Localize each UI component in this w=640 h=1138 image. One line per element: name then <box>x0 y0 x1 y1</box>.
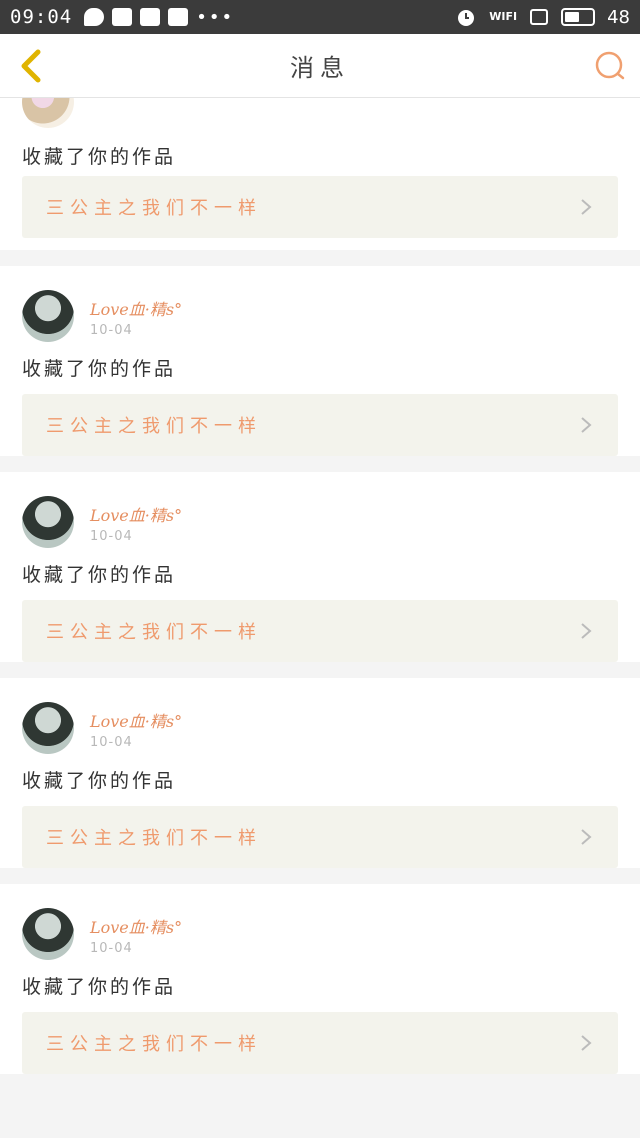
message-header: Love血·精s° 10-04 <box>22 678 618 762</box>
alarm-icon <box>458 10 475 26</box>
clock: 09:04 <box>10 6 73 28</box>
action-text: 收藏了你的作品 <box>22 770 177 792</box>
message-date: 10-04 <box>90 323 133 338</box>
list-icon <box>168 8 189 26</box>
work-link[interactable]: 三公主之我们不一样 <box>22 806 618 868</box>
avatar[interactable] <box>22 290 74 342</box>
message-card: Love血·精s° 10-04 收藏了你的作品 三公主之我们不一样 <box>0 678 640 868</box>
message-card: Love血·精s° 10-04 收藏了你的作品 三公主之我们不一样 <box>0 266 640 456</box>
search-button[interactable] <box>592 48 628 84</box>
message-header: Love血·精s° 10-04 <box>22 472 618 556</box>
action-text: 收藏了你的作品 <box>22 564 177 586</box>
work-link[interactable]: 三公主之我们不一样 <box>22 600 618 662</box>
nickname[interactable]: Love血·精s° <box>90 296 182 320</box>
message-list: 10-06 收藏了你的作品 三公主之我们不一样 Love血·精s° 10-04 … <box>0 98 640 1088</box>
nickname[interactable]: Love血·精s° <box>90 914 182 938</box>
avatar[interactable] <box>22 908 74 960</box>
nickname[interactable]: Love血·精s° <box>90 502 182 526</box>
chevron-right-icon <box>581 199 592 215</box>
message-date: 10-04 <box>90 941 133 956</box>
news-icon <box>140 8 161 26</box>
work-title: 三公主之我们不一样 <box>46 198 262 219</box>
battery-icon <box>561 8 596 26</box>
status-bar: 09:04 ••• WIFI 48 <box>0 0 640 34</box>
chevron-right-icon <box>581 623 592 639</box>
work-title: 三公主之我们不一样 <box>46 622 262 643</box>
app-header: 消息 <box>0 34 640 98</box>
work-title: 三公主之我们不一样 <box>46 416 262 437</box>
message-card: Love血·精s° 10-04 收藏了你的作品 三公主之我们不一样 <box>0 472 640 662</box>
message-card: 10-06 收藏了你的作品 三公主之我们不一样 <box>0 98 640 250</box>
more-dots-icon: ••• <box>196 6 235 28</box>
message-header: 10-06 <box>22 98 133 136</box>
chevron-right-icon <box>581 1035 592 1051</box>
screen-icon <box>530 9 549 25</box>
avatar[interactable] <box>22 496 74 548</box>
message-date: 10-06 <box>90 98 133 100</box>
action-text: 收藏了你的作品 <box>22 358 177 380</box>
message-header: Love血·精s° 10-04 <box>22 266 618 350</box>
work-title: 三公主之我们不一样 <box>46 1034 262 1055</box>
action-text: 收藏了你的作品 <box>22 976 177 998</box>
avatar[interactable] <box>22 98 74 128</box>
back-button[interactable] <box>12 46 52 86</box>
avatar[interactable] <box>22 702 74 754</box>
work-link[interactable]: 三公主之我们不一样 <box>22 394 618 456</box>
work-link[interactable]: 三公主之我们不一样 <box>22 176 618 238</box>
chevron-right-icon <box>581 417 592 433</box>
message-date: 10-04 <box>90 529 133 544</box>
message-header: Love血·精s° 10-04 <box>22 884 618 968</box>
nickname[interactable]: Love血·精s° <box>90 708 182 732</box>
work-link[interactable]: 三公主之我们不一样 <box>22 1012 618 1074</box>
page-title: 消息 <box>290 54 350 82</box>
message-date: 10-04 <box>90 735 133 750</box>
chevron-right-icon <box>581 829 592 845</box>
battery-level: 48 <box>607 6 630 28</box>
qq-icon <box>112 8 133 26</box>
work-title: 三公主之我们不一样 <box>46 828 262 849</box>
message-card: Love血·精s° 10-04 收藏了你的作品 三公主之我们不一样 <box>0 884 640 1074</box>
wifi-icon: WIFI <box>489 10 518 23</box>
chat-icon <box>84 8 105 26</box>
